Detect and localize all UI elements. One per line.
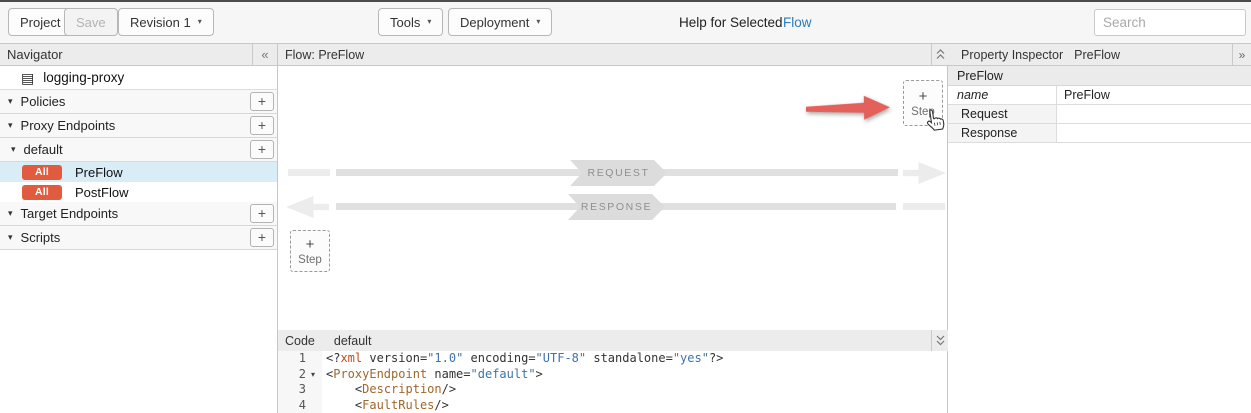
collapse-up-icon[interactable] [931,44,948,65]
help-for-selected-label: Help for Selected [679,15,783,30]
toolbar: Project ▾ Save Revision 1 ▾ Tools ▾ Depl… [0,2,1251,44]
sidebar-item-proxy[interactable]: ▤ logging-proxy [0,66,277,90]
caret-down-icon: ▾ [8,96,13,107]
deployment-menu-label: Deployment [460,15,529,30]
inspector-row-response[interactable]: Response [948,124,1251,143]
add-step-button-response[interactable]: + Step [290,230,330,272]
sidebar-section-target-endpoints[interactable]: ▾ Target Endpoints + [0,202,277,226]
plus-icon: + [919,88,928,105]
proxy-list-icon: ▤ [21,71,34,85]
property-inspector-header: Property Inspector PreFlow » [948,44,1251,66]
sidebar-section-scripts[interactable]: ▾ Scripts + [0,226,277,250]
sidebar-item-preflow[interactable]: All PreFlow [0,162,277,182]
expand-panel-icon[interactable]: » [1232,44,1251,65]
response-arrowhead-icon [286,196,329,218]
tools-menu-label: Tools [390,15,420,30]
chevron-down-icon: ▾ [536,18,540,26]
save-button-label: Save [76,15,106,30]
navigator-header: Navigator « [0,44,277,66]
property-inspector-subtitle: PreFlow [1074,48,1120,62]
navigator-title: Navigator [7,47,63,62]
navigator-panel: Navigator « ▤ logging-proxy ▾ Policies +… [0,44,278,413]
help-flow-link[interactable]: Flow [783,15,812,30]
request-line-start-segment [288,169,330,176]
property-inspector-panel: Property Inspector PreFlow » PreFlow nam… [948,44,1251,413]
deployment-menu-button[interactable]: Deployment ▾ [448,8,552,36]
flow-editor-panel: Flow: PreFlow REQUEST RESPONSE + S [278,44,948,413]
search-input[interactable] [1094,9,1246,36]
code-lines: 1<?xml version="1.0" encoding="UTF-8" st… [278,351,947,413]
sidebar-section-policies[interactable]: ▾ Policies + [0,90,277,114]
caret-down-icon: ▾ [8,232,13,243]
tools-menu-button[interactable]: Tools ▾ [378,8,443,36]
save-button[interactable]: Save [64,8,118,36]
request-arrowhead-icon [903,162,946,184]
sidebar-item-postflow[interactable]: All PostFlow [0,182,277,202]
inspector-section-label: PreFlow [957,69,1003,83]
chevron-down-icon: ▾ [198,18,202,26]
code-panel-title: Code [285,334,315,348]
all-verbs-badge: All [22,185,62,200]
code-panel-subtitle: default [334,334,372,348]
collapse-panel-icon[interactable]: « [252,44,277,65]
collapse-down-icon[interactable] [931,330,948,351]
add-proxy-endpoint-button[interactable]: + [250,116,274,135]
sidebar-section-default-endpoint[interactable]: ▾ default + [0,138,277,162]
all-verbs-badge: All [22,165,62,180]
flow-panel-header: Flow: PreFlow [278,44,948,66]
add-flow-button[interactable]: + [250,140,274,159]
plus-icon: + [306,236,315,253]
inspector-row-request[interactable]: Request [948,105,1251,124]
property-name-label: name [948,86,1057,104]
flow-item-label: PreFlow [75,165,123,180]
code-editor[interactable]: 1<?xml version="1.0" encoding="UTF-8" st… [278,351,947,413]
code-panel-header: Code default [278,330,948,352]
revision-menu-label: Revision 1 [130,15,191,30]
inspector-row-name: name PreFlow [948,86,1251,105]
add-script-button[interactable]: + [250,228,274,247]
property-response-value[interactable] [1057,124,1251,142]
flow-item-label: PostFlow [75,185,128,200]
caret-down-icon: ▾ [8,120,13,131]
response-banner: RESPONSE [568,194,665,220]
apigee-proxy-editor: Project ▾ Save Revision 1 ▾ Tools ▾ Depl… [0,0,1251,413]
sidebar-section-proxy-endpoints[interactable]: ▾ Proxy Endpoints + [0,114,277,138]
response-banner-label: RESPONSE [581,201,652,213]
proxy-name-label: logging-proxy [43,70,124,85]
project-menu-label: Project [20,15,60,30]
section-label: Target Endpoints [21,206,119,221]
property-request-label: Request [948,105,1057,123]
step-button-label: Step [298,253,322,267]
hand-cursor-icon [922,107,947,135]
section-label: default [24,142,63,157]
caret-down-icon: ▾ [11,144,16,155]
chevron-down-icon: ▾ [427,18,431,26]
section-label: Proxy Endpoints [21,118,116,133]
caret-down-icon: ▾ [8,208,13,219]
section-label: Policies [21,94,66,109]
annotation-red-arrow [806,93,893,124]
request-banner: REQUEST [570,160,667,186]
property-request-value[interactable] [1057,105,1251,123]
add-policy-button[interactable]: + [250,92,274,111]
revision-menu-button[interactable]: Revision 1 ▾ [118,8,214,36]
flow-panel-title: Flow: PreFlow [285,48,364,62]
flow-canvas[interactable]: REQUEST RESPONSE + Step + Step [278,66,947,330]
request-banner-label: REQUEST [588,167,650,179]
add-target-endpoint-button[interactable]: + [250,204,274,223]
response-line-end-segment [903,203,945,210]
inspector-section-header: PreFlow [948,66,1251,86]
property-response-label: Response [948,124,1057,142]
property-inspector-title: Property Inspector [961,48,1063,62]
property-name-value[interactable]: PreFlow [1057,86,1251,104]
section-label: Scripts [21,230,61,245]
